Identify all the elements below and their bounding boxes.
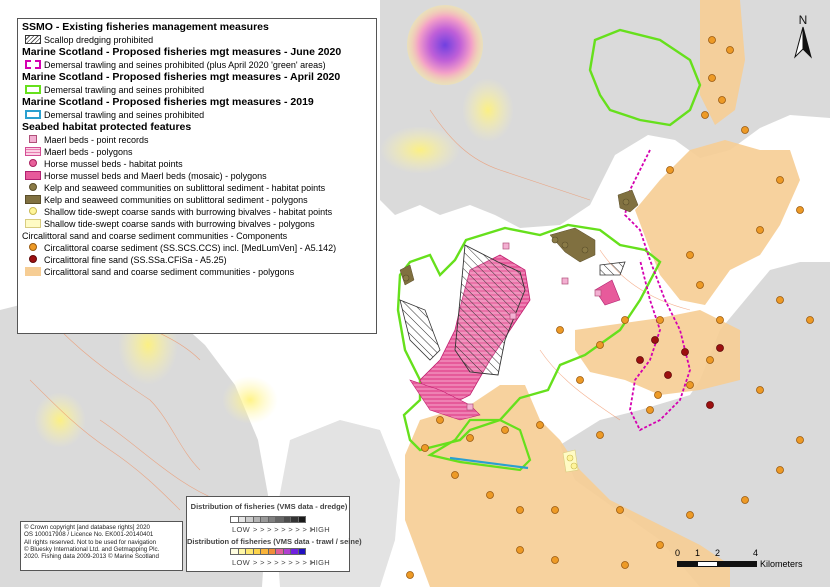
legend-sand-polygons-label: Shallow tide-swept coarse sands with bur… (44, 219, 315, 229)
vms-ramp-swatch (253, 516, 261, 523)
legend-kelp-points-label: Kelp and seaweed communities on sublitto… (44, 183, 326, 193)
scale-bar: 0 1 2 4 Kilometers (670, 548, 830, 578)
vms-ramp-swatch (261, 548, 269, 555)
legend-maerl-polygons: Maerl beds - polygons (22, 146, 372, 158)
scale-tick-1: 1 (695, 548, 701, 558)
pink-dashed-swatch-icon (25, 60, 41, 69)
vms-dredge-arrows: > > > > > > > > > (253, 525, 315, 534)
vms-trawl-low: LOW (232, 558, 250, 567)
legend-horse-polygons: Horse mussel beds and Maerl beds (mosaic… (22, 170, 372, 182)
vms-legend: Distribution of fisheries (VMS data - dr… (186, 496, 362, 572)
legend-horse-polygons-label: Horse mussel beds and Maerl beds (mosaic… (44, 171, 267, 181)
legend-sand-points: Shallow tide-swept coarse sands with bur… (22, 206, 372, 218)
copyright-line: © Crown copyright [and database rights] … (24, 524, 150, 531)
vms-ramp-swatch (276, 548, 284, 555)
legend-sand-points-label: Shallow tide-swept coarse sands with bur… (44, 207, 333, 217)
legend-kelp-polygons-label: Kelp and seaweed communities on sublitto… (44, 195, 308, 205)
legend-circ-header: Circalittoral sand and coarse sediment c… (22, 231, 288, 241)
legend-kelp-points: Kelp and seaweed communities on sublitto… (22, 182, 372, 194)
legend-2019-label: Demersal trawling and seines prohibited (44, 110, 205, 120)
dark-red-dot-icon (29, 255, 37, 263)
vms-ramp-swatch (261, 516, 269, 523)
vms-trawl-arrows: > > > > > > > > > (253, 558, 315, 567)
legend-horse-points: Horse mussel beds - habitat points (22, 158, 372, 170)
vms-ramp-swatch (291, 548, 299, 555)
legend-horse-points-label: Horse mussel beds - habitat points (44, 159, 183, 169)
vms-ramp-swatch (246, 548, 254, 555)
copyright-box: © Crown copyright [and database rights] … (20, 521, 183, 571)
legend-circ-coarse-label: Circalittoral coarse sediment (SS.SCS.CC… (44, 243, 337, 253)
vms-ramp-swatch (268, 548, 276, 555)
vms-ramp-swatch (238, 548, 246, 555)
vms-trawl-scale (230, 548, 306, 555)
legend-april-label: Demersal trawling and seines prohibited (44, 85, 205, 95)
legend-june: Demersal trawling and seines prohibited … (22, 59, 372, 71)
legend-seabed-header: Seabed habitat protected features (22, 121, 192, 133)
scale-unit: Kilometers (760, 559, 803, 569)
pink-square-icon (29, 135, 37, 143)
legend-kelp-polygons: Kelp and seaweed communities on sublitto… (22, 194, 372, 206)
vms-ramp-swatch (291, 516, 299, 523)
pink-dot-icon (29, 159, 37, 167)
hatch-swatch-icon (25, 35, 41, 44)
olive-swatch-icon (25, 195, 41, 204)
vms-dredge-low: LOW (232, 525, 250, 534)
legend-june-header: Marine Scotland - Proposed fisheries mgt… (22, 46, 342, 58)
legend-scallop: Scallop dredging prohibited (22, 34, 372, 46)
yellow-swatch-icon (25, 219, 41, 228)
vms-trawl-high: HIGH (310, 558, 330, 567)
tan-swatch-icon (25, 267, 41, 276)
vms-ramp-swatch (283, 516, 291, 523)
vms-dredge-title: Distribution of fisheries (VMS data - dr… (190, 502, 348, 511)
vms-ramp-swatch (268, 516, 276, 523)
legend-april-header: Marine Scotland - Proposed fisheries mgt… (22, 71, 341, 83)
legend-ssmo-header: SSMO - Existing fisheries management mea… (22, 21, 269, 33)
legend-circ-polygons: Circalittoral sand and coarse sediment c… (22, 266, 372, 278)
scale-tick-2: 2 (715, 548, 721, 558)
vms-trawl-title: Distribution of fisheries (VMS data - tr… (187, 537, 362, 546)
legend-maerl-points-label: Maerl beds - point records (44, 135, 149, 145)
vms-dredge-high: HIGH (310, 525, 330, 534)
north-label: N (799, 13, 808, 27)
legend-2019-header: Marine Scotland - Proposed fisheries mgt… (22, 96, 314, 108)
blue-outline-swatch-icon (25, 110, 41, 119)
map-legend: SSMO - Existing fisheries management mea… (17, 18, 377, 334)
legend-circ-fine: Circalittoral fine sand (SS.SSa.CFiSa - … (22, 254, 372, 266)
scale-bar-graphic (677, 561, 757, 567)
legend-circ-coarse: Circalittoral coarse sediment (SS.SCS.CC… (22, 242, 372, 254)
green-outline-swatch-icon (25, 85, 41, 94)
vms-dredge-scale (230, 516, 306, 523)
copyright-line: © Bluesky International Ltd. and Getmapp… (24, 545, 160, 553)
pink-swatch-icon (25, 171, 41, 180)
copyright-line: 2020. Fishing data 2009-2013 © Marine Sc… (24, 553, 159, 561)
legend-2019: Demersal trawling and seines prohibited (22, 109, 372, 121)
vms-ramp-swatch (246, 516, 254, 523)
legend-scallop-label: Scallop dredging prohibited (44, 35, 154, 45)
legend-maerl-polygons-label: Maerl beds - polygons (44, 147, 133, 157)
vms-ramp-swatch (298, 516, 306, 523)
vms-ramp-swatch (276, 516, 284, 523)
vms-ramp-swatch (298, 548, 306, 555)
legend-sand-polygons: Shallow tide-swept coarse sands with bur… (22, 218, 372, 230)
legend-circ-fine-label: Circalittoral fine sand (SS.SSa.CFiSa - … (44, 255, 227, 265)
legend-circ-polygons-label: Circalittoral sand and coarse sediment c… (44, 267, 295, 277)
orange-dot-icon (29, 243, 37, 251)
vms-ramp-swatch (283, 548, 291, 555)
copyright-line: OS 100017908 / Licence No. EK001-2014040… (24, 531, 154, 539)
legend-maerl-points: Maerl beds - point records (22, 134, 372, 146)
vms-ramp-swatch (253, 548, 261, 555)
legend-june-label: Demersal trawling and seines prohibited … (44, 60, 326, 70)
vms-ramp-swatch (230, 548, 239, 555)
scale-tick-0: 0 (675, 548, 681, 558)
north-arrow-icon: N (794, 13, 812, 59)
copyright-line: All rights reserved. Not to be used for … (24, 538, 157, 546)
vms-ramp-swatch (238, 516, 246, 523)
legend-april: Demersal trawling and seines prohibited (22, 84, 372, 96)
pink-striped-swatch-icon (25, 147, 41, 156)
olive-dot-icon (29, 183, 37, 191)
yellow-dot-icon (29, 207, 37, 215)
scale-tick-4: 4 (753, 548, 759, 558)
vms-ramp-swatch (230, 516, 239, 523)
